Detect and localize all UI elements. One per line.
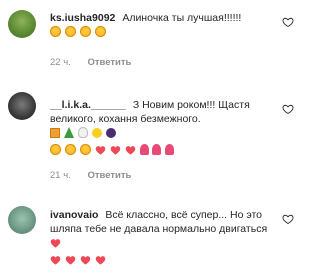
comment-body: __l.i.k.a.______ З Новим роком!!! Щастя … [50,98,270,157]
avatar[interactable] [8,206,36,234]
comment-username[interactable]: __l.i.k.a.______ [50,99,126,111]
red-heart-emoji-icon [125,146,135,155]
bug-emoji-icon [105,128,116,138]
emoji-row [50,253,107,267]
red-heart-emoji-icon [65,256,76,265]
red-heart-emoji-icon [95,146,105,155]
comment-text: Алиночка ты лучшая!!!!!! [122,12,242,24]
comment-time: 21 ч. [50,170,71,181]
comment-body: ivanovaio Всё классно, всё супер... Но э… [50,208,272,267]
red-heart-emoji-icon [50,239,61,248]
heart-eyes-emoji-icon [50,26,61,37]
red-heart-emoji-icon [95,256,105,265]
tulip-emoji-icon [139,144,149,155]
smiling-face-emoji-icon [64,144,76,155]
reply-button[interactable]: Ответить [87,170,131,181]
sparkles-emoji-icon [91,128,102,138]
comment-body: ks.iusha9092 Алиночка ты лучшая!!!!!! [50,11,270,39]
emoji-row [50,25,107,39]
snowman-emoji-icon [77,127,88,138]
red-heart-emoji-icon [80,256,91,265]
red-heart-emoji-icon [110,146,120,155]
tulip-emoji-icon [152,144,162,155]
emoji-row [50,126,117,140]
red-heart-emoji-icon [50,256,61,265]
reply-button[interactable]: Ответить [87,57,131,68]
heart-eyes-emoji-icon [50,144,61,155]
gift-emoji-icon [50,128,60,138]
tulip-emoji-icon [165,144,175,155]
comment-meta: 21 ч. Ответить [50,170,145,181]
heart-eyes-emoji-icon [94,26,106,37]
like-heart-icon[interactable] [282,213,294,225]
heart-eyes-emoji-icon [79,26,91,37]
heart-eyes-emoji-icon [64,26,76,37]
smiling-face-emoji-icon [79,144,91,155]
emoji-row [50,143,175,157]
comment-username[interactable]: ivanovaio [50,209,98,221]
avatar[interactable] [8,10,36,38]
like-heart-icon[interactable] [282,16,294,28]
comment-meta: 22 ч. Ответить [50,57,145,68]
comment-username[interactable]: ks.iusha9092 [50,12,115,24]
christmas-tree-emoji-icon [63,127,74,138]
like-heart-icon[interactable] [282,103,294,115]
comment-time: 22 ч. [50,57,71,68]
avatar[interactable] [8,92,36,120]
